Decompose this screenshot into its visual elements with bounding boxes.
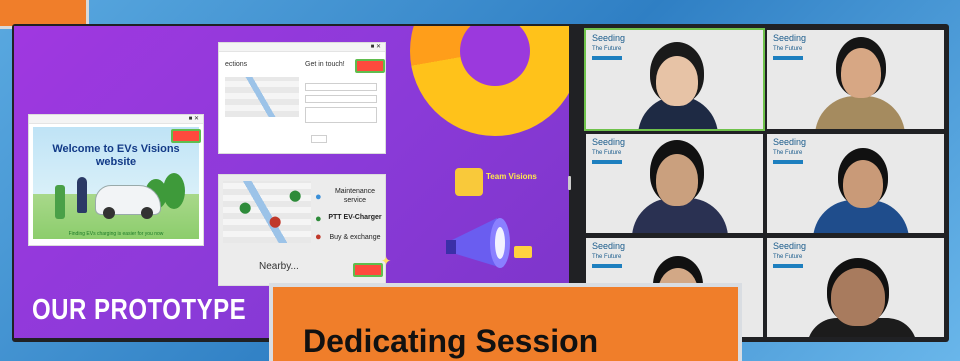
email-field: [305, 95, 377, 103]
contact-heading: Get in touch!: [305, 61, 345, 68]
seeding-logo: Seeding The Future: [592, 34, 625, 60]
map-pin-red-icon: ⬤: [269, 216, 282, 228]
welcome-footer: Finding EVs charging is easier for you n…: [68, 231, 164, 237]
welcome-screenshot-card: ■ ✕ Welcome to EVs Visions website Findi…: [28, 114, 204, 246]
seeding-logo: Seeding The Future: [773, 242, 806, 268]
map-pin-red-icon: ●: [315, 231, 322, 243]
name-field: [305, 83, 377, 91]
team-name: Team Visions: [486, 172, 537, 181]
team-logo: [455, 168, 483, 196]
seeding-logo: Seeding The Future: [592, 138, 625, 164]
person-icon: [77, 177, 87, 213]
map-thumbnail: [225, 77, 299, 117]
sparkle-icon: ✦: [381, 254, 392, 268]
wheel-icon: [103, 207, 115, 219]
participant-body: [815, 96, 905, 129]
submit-button: [311, 135, 327, 143]
participant-face: [843, 160, 883, 208]
decorative-donut: [410, 26, 569, 136]
wheel-icon: [141, 207, 153, 219]
participant-face: [831, 268, 885, 326]
map-caption-line: [225, 123, 299, 129]
map-pin-green-icon: ⬤: [239, 202, 252, 214]
seeding-logo: Seeding The Future: [773, 34, 806, 60]
card-titlebar: ■ ✕: [29, 115, 203, 124]
slide-title: OUR PROTOTYPE: [32, 294, 247, 327]
directions-label: ections: [225, 61, 248, 68]
participant-tile[interactable]: Seeding The Future: [586, 134, 763, 233]
toggle-icon: [353, 263, 383, 277]
participant-tile[interactable]: Seeding The Future: [767, 238, 944, 337]
nearby-screenshot-card: ⬤ ⬤ ⬤ ● Maintenance service ● PTT EV-Cha…: [218, 174, 386, 286]
toggle-icon: [355, 59, 385, 73]
megaphone-icon: [446, 218, 532, 268]
welcome-title: Welcome to EVs Visions website: [52, 143, 180, 168]
welcome-banner: Welcome to EVs Visions website Finding E…: [33, 127, 199, 239]
legend-maintenance: Maintenance service: [334, 188, 376, 204]
legend-ev-charger: PTT EV-Charger: [328, 214, 382, 221]
message-field: [305, 107, 377, 123]
seeding-logo: Seeding The Future: [592, 242, 625, 268]
session-banner-text: Dedicating Session: [303, 323, 599, 359]
toggle-icon: [171, 129, 201, 143]
participant-tile[interactable]: Seeding The Future: [767, 30, 944, 129]
participant-tile[interactable]: Seeding The Future: [767, 134, 944, 233]
session-banner: Dedicating Session: [269, 283, 742, 361]
ev-charger-icon: [55, 185, 65, 219]
participant-tile[interactable]: Seeding The Future: [584, 28, 765, 131]
contact-screenshot-card: ■ ✕ ections Get in touch!: [218, 42, 386, 154]
tree-icon: [163, 173, 185, 209]
panel-resize-handle[interactable]: [568, 176, 571, 190]
participant-face: [656, 56, 698, 106]
map-pin-blue-icon: ●: [315, 191, 322, 203]
nearby-label: Nearby...: [259, 261, 299, 272]
legend-buy-exchange: Buy & exchange: [329, 234, 381, 241]
seeding-logo: Seeding The Future: [773, 138, 806, 164]
map-pin-green-icon: ●: [315, 213, 322, 225]
card-titlebar: ■ ✕: [219, 43, 385, 52]
participant-face: [841, 48, 881, 98]
map-pin-green-icon: ⬤: [289, 190, 302, 202]
participant-face: [656, 154, 698, 206]
